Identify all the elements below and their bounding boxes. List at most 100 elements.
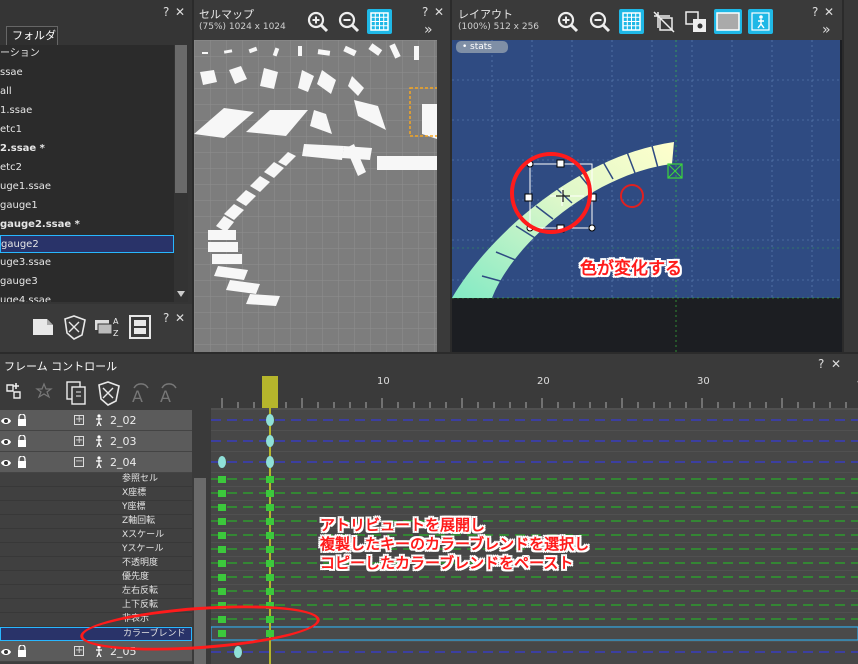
attribute-key [218,476,226,483]
undo-a-icon[interactable]: A [128,382,154,408]
eye-icon[interactable] [0,416,12,426]
attribute-key [266,532,274,539]
sort-az-icon[interactable]: AZ [93,314,121,340]
file-tree-item[interactable]: 2.ssae * [0,140,174,158]
zoom-out-icon[interactable] [337,10,361,34]
cellmap-info: (75%) 1024 x 1024 [199,22,286,32]
folder-tab[interactable]: フォルダ [6,26,58,45]
expand-icon[interactable]: + [74,646,84,656]
attribute-row[interactable]: X座標 [0,487,192,501]
close-icon[interactable]: ✕ [175,6,185,18]
file-tree-scrollbar[interactable] [174,45,188,302]
close-icon[interactable]: ✕ [434,6,444,18]
track-row[interactable]: − 2_04 [0,452,192,473]
origin-icon[interactable] [684,10,708,34]
grid-toggle-button[interactable] [619,9,644,34]
stats-badge[interactable]: • stats [456,41,508,53]
close-icon[interactable]: ✕ [824,6,834,18]
new-page-icon[interactable] [30,316,56,338]
attribute-row[interactable]: Xスケール [0,529,192,543]
more-icon[interactable]: » [424,23,433,37]
scroll-thumb[interactable] [175,45,187,193]
file-tree-item[interactable]: uge4.ssae [0,292,174,302]
person-icon [96,456,102,468]
attribute-row[interactable]: 不透明度 [0,557,192,571]
add-key-icon[interactable] [2,380,26,404]
lock-icon[interactable] [17,435,27,447]
track-row[interactable]: +2_02 [0,410,192,431]
file-tree-item[interactable]: gauge3 [0,273,174,291]
attribute-row[interactable]: 優先度 [0,571,192,585]
cellmap-scroll-track[interactable] [437,40,450,352]
attribute-key [266,560,274,567]
close-icon[interactable]: ✕ [175,312,185,324]
expand-icon[interactable]: + [74,415,84,425]
file-tree-item[interactable]: ーション [0,45,174,63]
more-icon[interactable]: » [822,23,831,37]
attribute-label: 左右反転 [122,586,159,596]
help-icon[interactable]: ? [163,312,169,324]
help-icon[interactable]: ? [818,358,824,370]
zoom-in-icon[interactable] [556,10,580,34]
attribute-row[interactable]: Y座標 [0,501,192,515]
eye-icon[interactable] [0,437,12,447]
scroll-down-arrow-icon[interactable] [177,291,185,297]
help-icon[interactable]: ? [163,6,169,18]
grid-toggle-button[interactable] [367,9,392,34]
cellmap-canvas[interactable] [194,40,437,352]
file-tree-item[interactable]: all [0,83,174,101]
ruler-label: 20 [537,376,550,387]
file-tree-item[interactable]: ssae [0,64,174,82]
filmstrip-icon[interactable] [128,314,152,340]
attribute-row[interactable]: Z軸回転 [0,515,192,529]
attribute-label: 優先度 [122,572,150,582]
expand-icon[interactable]: + [74,436,84,446]
collapse-icon[interactable]: − [74,457,84,467]
file-tree-item[interactable]: etc2 [0,159,174,177]
add-star-icon[interactable] [34,380,58,404]
zoom-out-icon[interactable] [588,10,612,34]
file-tree: ーション ssae all 1.ssae etc1 2.ssae * etc2 uge1.ss… [0,45,174,302]
playhead-marker [262,376,278,408]
attribute-key [266,588,274,595]
ruler-label: 10 [377,376,390,387]
svg-text:Z: Z [113,329,119,338]
file-tree-item[interactable]: uge1.ssae [0,178,174,196]
zoom-in-icon[interactable] [306,10,330,34]
attribute-row[interactable]: 参照セル [0,473,192,487]
layout-title: レイアウト [458,8,513,21]
attribute-key [266,518,274,525]
attribute-row[interactable]: 左右反転 [0,585,192,599]
file-tree-item[interactable]: gauge2 [0,235,174,253]
track-row[interactable]: +2_03 [0,431,192,452]
attribute-row[interactable]: Yスケール [0,543,192,557]
shield-icon[interactable] [62,314,88,340]
side-panel [844,0,858,352]
attribute-label: Y座標 [122,502,146,512]
frame-control-title: フレーム コントロール [4,360,118,373]
person-icon [96,414,102,426]
background-toggle-button[interactable] [714,9,742,34]
eye-icon[interactable] [0,647,12,657]
ruler-label: 30 [697,376,710,387]
lock-icon[interactable] [17,414,27,426]
file-tree-item[interactable]: gauge2.ssae * [0,216,174,234]
attribute-key [266,504,274,511]
lock-icon[interactable] [17,645,27,657]
lock-icon[interactable] [17,456,27,468]
help-icon[interactable]: ? [812,6,818,18]
file-tree-item[interactable]: etc1 [0,121,174,139]
svg-text:A: A [160,387,171,406]
help-icon[interactable]: ? [422,6,428,18]
attribute-key [218,560,226,567]
person-toggle-button[interactable] [748,9,773,34]
file-tree-item[interactable]: 1.ssae [0,102,174,120]
copy-layer-icon[interactable] [64,380,88,406]
shield-icon[interactable] [96,380,122,406]
crop-icon[interactable] [652,10,676,34]
eye-icon[interactable] [0,458,12,468]
close-icon[interactable]: ✕ [831,358,841,370]
file-tree-item[interactable]: gauge1 [0,197,174,215]
file-tree-item[interactable]: uge3.ssae [0,254,174,272]
redo-a-icon[interactable]: A [156,382,182,408]
